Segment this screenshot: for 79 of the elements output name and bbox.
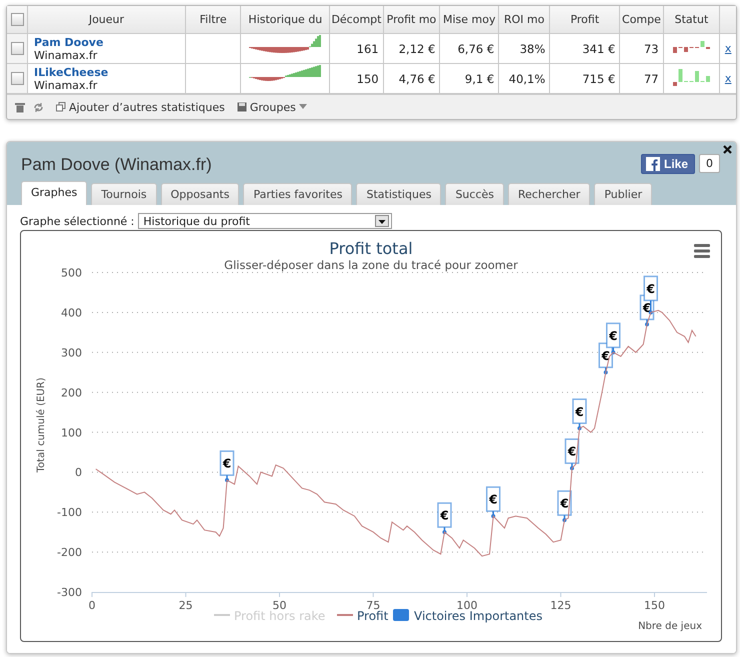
status-bars-drawing [672,68,710,86]
y-tick-label: 500 [61,266,82,280]
menu-icon[interactable] [694,244,710,258]
table-cell: 2,12 € [383,34,440,64]
table-cell: 161 [330,34,384,64]
row-checkbox[interactable] [11,72,24,86]
player-name[interactable]: Pam Doove [34,36,181,48]
table-cell: 73 [620,34,664,64]
tab[interactable]: Parties favorites [243,183,352,205]
table-cell: 715 € [550,64,620,94]
caret-icon [298,104,307,110]
x-tick-label: 25 [178,599,193,612]
x-tick-label: 125 [550,599,572,612]
tab[interactable]: Publier [594,183,652,205]
like-count: 0 [699,154,720,173]
legend-item[interactable]: Profit [337,609,388,623]
column-header[interactable]: Mise moy [440,6,499,34]
column-header[interactable]: Statut [663,6,720,34]
tab[interactable]: Graphes [21,181,88,205]
y-tick-label: -200 [57,546,82,560]
column-header[interactable]: Joueur [28,6,186,34]
graph-select-label: Graphe sélectionné : [20,214,134,228]
y-tick-label: 200 [61,386,82,400]
save-icon [236,102,247,112]
y-tick-label: -100 [57,506,82,520]
table-cell: 150 [330,64,384,94]
y-tick-label: -300 [57,586,82,599]
y-tick-label: 0 [75,466,82,480]
table-cell: 6,76 € [440,34,499,64]
select-all-checkbox[interactable] [10,13,24,26]
tab[interactable]: Succès [445,183,504,205]
table-cell: 9,1 € [440,64,499,94]
x-tick-label: 100 [456,599,478,612]
table-cell: 77 [620,64,664,94]
tab[interactable]: Tournois [91,183,157,205]
column-header[interactable]: ROI mo [498,6,550,34]
chart-subtitle: Glisser-déposer dans la zone du tracé pour zoomer [224,258,518,272]
x-tick-label: 0 [88,599,96,612]
tab[interactable]: Rechercher [508,183,590,205]
close-icon[interactable] [723,145,732,154]
y-tick-label: 100 [61,426,82,440]
tab[interactable]: Opposants [160,183,240,205]
column-header[interactable]: Filtre [185,6,241,34]
remove-link[interactable]: x [724,42,732,55]
column-header[interactable]: Historique du [240,6,330,34]
column-header[interactable]: Profit [550,6,620,34]
y-axis-label: Total cumulé (EUR) [36,378,47,472]
y-tick-label: 400 [61,306,82,320]
legend-label: Profit [357,609,389,623]
groups-dropdown[interactable]: Groupes [236,100,307,114]
table-cell: 40,1% [498,64,550,94]
column-header[interactable]: Décompt [330,6,384,34]
x-tick-label: 75 [366,599,380,612]
remove-link[interactable]: x [724,72,732,85]
chart-title: Profit total [329,239,413,258]
refresh-icon[interactable] [33,102,44,112]
table-cell: 4,76 € [383,64,440,94]
player-site: Winamax.fr [34,48,98,62]
status-bars-drawing [672,41,710,53]
trash-icon[interactable] [15,102,25,112]
column-header[interactable]: Compe [620,6,664,34]
graph-select[interactable]: Historique du profit [138,213,392,229]
x-tick-label: 50 [272,599,286,612]
legend-item[interactable]: Victoires Importantes [393,609,543,623]
x-axis-label: Nbre de jeux [638,621,702,632]
table-cell: 341 € [550,34,620,64]
y-tick-label: 300 [61,346,82,360]
x-tick-label: 150 [644,599,665,612]
add-statistics-button[interactable]: Ajouter d’autres statistiques [56,100,225,114]
panel-title: Pam Doove (Winamax.fr) [21,155,212,176]
f-logo-icon [646,156,660,170]
player-name[interactable]: ILikeCheese [34,66,181,78]
column-header[interactable]: Profit mo [383,6,440,34]
row-checkbox[interactable] [11,42,24,56]
table-cell: 38% [498,34,550,64]
tab[interactable]: Statistiques [356,183,442,205]
windows-icon [56,102,66,112]
player-site: Winamax.fr [34,78,98,92]
like-button[interactable]: Like [640,154,695,174]
